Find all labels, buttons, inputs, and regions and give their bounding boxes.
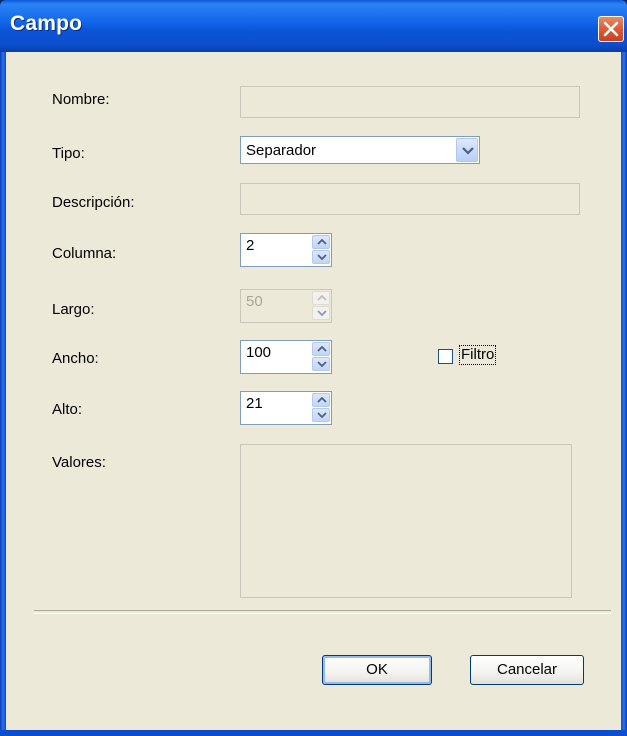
tipo-combobox[interactable]: Separador <box>240 136 480 164</box>
window-frame-bottom <box>0 730 627 736</box>
close-icon <box>603 21 619 37</box>
footer-separator <box>34 610 611 614</box>
nombre-field[interactable] <box>240 86 580 118</box>
close-button[interactable] <box>598 16 624 42</box>
descripcion-label: Descripción: <box>52 194 135 211</box>
cancel-button[interactable]: Cancelar <box>470 655 584 685</box>
ancho-decrement-button[interactable] <box>312 357 330 371</box>
chevron-down-icon <box>462 147 474 155</box>
filtro-label[interactable]: Filtro <box>458 345 497 365</box>
valores-label: Valores: <box>52 454 106 471</box>
chevron-down-icon <box>317 254 327 260</box>
alto-decrement-button[interactable] <box>312 408 330 422</box>
chevron-up-icon <box>317 346 327 352</box>
ok-button[interactable]: OK <box>322 655 432 685</box>
chevron-down-icon <box>317 361 327 367</box>
columna-value: 2 <box>246 237 255 254</box>
valores-textarea[interactable] <box>240 444 572 598</box>
window-title: Campo <box>10 12 83 35</box>
alto-label: Alto: <box>52 401 83 418</box>
columna-spinner[interactable]: 2 <box>240 233 332 267</box>
window-frame-right <box>621 52 627 736</box>
tipo-label: Tipo: <box>52 145 85 162</box>
descripcion-field[interactable] <box>240 183 580 215</box>
chevron-down-icon <box>317 310 327 316</box>
largo-spinner[interactable]: 50 <box>240 289 332 323</box>
chevron-up-icon <box>317 239 327 245</box>
tipo-selected-value: Separador <box>246 142 317 159</box>
alto-increment-button[interactable] <box>312 393 330 407</box>
chevron-down-icon <box>317 412 327 418</box>
alto-value: 21 <box>246 395 263 412</box>
chevron-up-icon <box>317 295 327 301</box>
ancho-value: 100 <box>246 344 272 361</box>
ancho-label: Ancho: <box>52 350 99 367</box>
tipo-dropdown-button[interactable] <box>456 138 478 162</box>
columna-decrement-button[interactable] <box>312 250 330 264</box>
largo-value: 50 <box>246 293 263 310</box>
alto-spinner[interactable]: 21 <box>240 391 332 425</box>
title-bar[interactable]: Campo <box>0 0 627 52</box>
filtro-checkbox[interactable] <box>438 349 453 364</box>
columna-label: Columna: <box>52 245 117 262</box>
largo-decrement-button[interactable] <box>312 306 330 320</box>
ancho-spinner[interactable]: 100 <box>240 340 332 374</box>
chevron-up-icon <box>317 397 327 403</box>
largo-label: Largo: <box>52 301 95 318</box>
largo-increment-button[interactable] <box>312 291 330 305</box>
dialog-window: Campo Nombre: Tipo: Separador Descripció… <box>0 0 627 736</box>
ancho-increment-button[interactable] <box>312 342 330 356</box>
columna-increment-button[interactable] <box>312 235 330 249</box>
nombre-label: Nombre: <box>52 91 110 108</box>
